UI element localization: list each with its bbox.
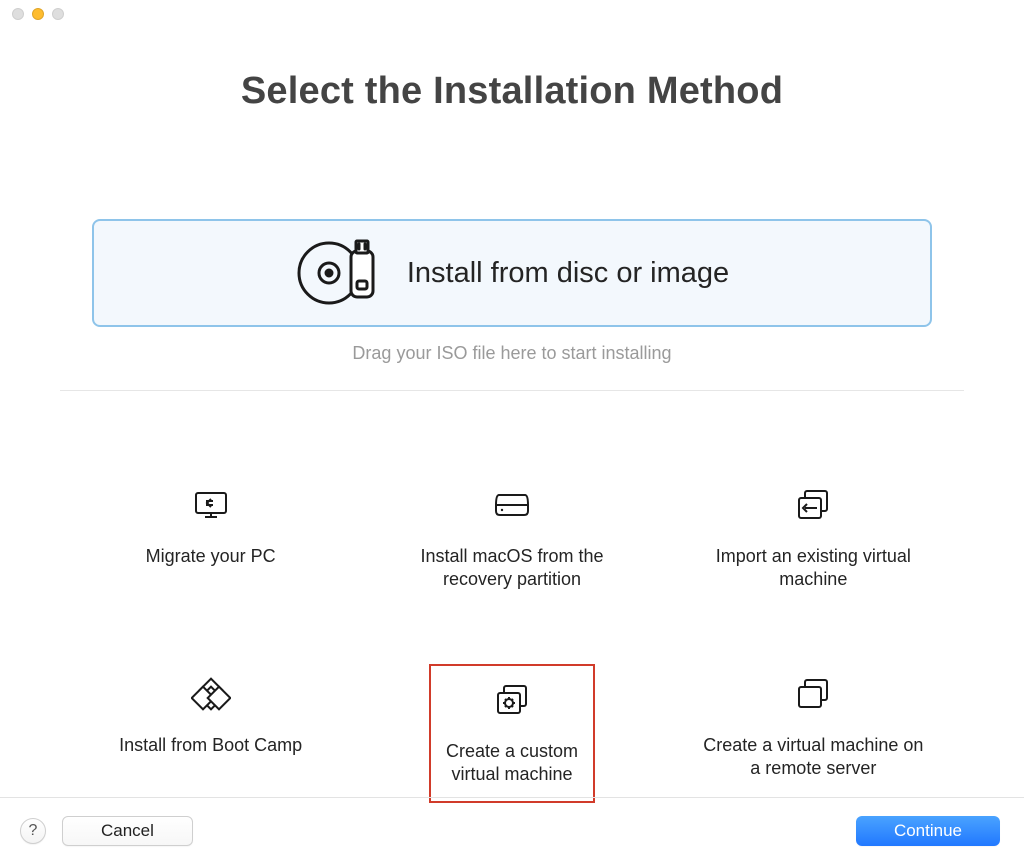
bootcamp-option[interactable]: Install from Boot Camp bbox=[86, 664, 336, 803]
drag-iso-hint: Drag your ISO file here to start install… bbox=[92, 343, 932, 386]
window-titlebar bbox=[0, 0, 1024, 28]
help-button[interactable]: ? bbox=[20, 818, 46, 844]
import-vm-label: Import an existing virtual machine bbox=[698, 545, 928, 592]
disc-usb-icon bbox=[295, 237, 379, 310]
remote-vm-option[interactable]: Create a virtual machine on a remote ser… bbox=[688, 664, 938, 803]
page-title: Select the Installation Method bbox=[241, 70, 783, 113]
options-grid: Migrate your PC Install macOS from the r… bbox=[60, 475, 964, 803]
migrate-pc-label: Migrate your PC bbox=[146, 545, 276, 568]
section-divider bbox=[60, 390, 964, 391]
install-from-disc-label: Install from disc or image bbox=[407, 257, 729, 290]
cancel-button[interactable]: Cancel bbox=[62, 816, 193, 846]
macos-recovery-label: Install macOS from the recovery partitio… bbox=[397, 545, 627, 592]
window-close-button[interactable] bbox=[12, 8, 24, 20]
remote-vm-icon bbox=[793, 674, 833, 714]
migrate-pc-option[interactable]: Migrate your PC bbox=[86, 475, 336, 606]
custom-vm-option[interactable]: Create a custom virtual machine bbox=[429, 664, 595, 803]
bootcamp-icon bbox=[191, 674, 231, 714]
macos-recovery-option[interactable]: Install macOS from the recovery partitio… bbox=[387, 475, 637, 606]
window-zoom-button[interactable] bbox=[52, 8, 64, 20]
bootcamp-label: Install from Boot Camp bbox=[119, 734, 302, 757]
continue-button[interactable]: Continue bbox=[856, 816, 1000, 846]
import-vm-icon bbox=[793, 485, 833, 525]
hard-disk-icon bbox=[492, 485, 532, 525]
window-minimize-button[interactable] bbox=[32, 8, 44, 20]
migrate-pc-icon bbox=[191, 485, 231, 525]
remote-vm-label: Create a virtual machine on a remote ser… bbox=[698, 734, 928, 781]
install-from-disc-option[interactable]: Install from disc or image bbox=[92, 219, 932, 327]
custom-vm-label: Create a custom virtual machine bbox=[437, 740, 587, 787]
import-vm-option[interactable]: Import an existing virtual machine bbox=[688, 475, 938, 606]
custom-vm-icon bbox=[492, 680, 532, 720]
footer: ? Cancel Continue bbox=[0, 797, 1024, 863]
